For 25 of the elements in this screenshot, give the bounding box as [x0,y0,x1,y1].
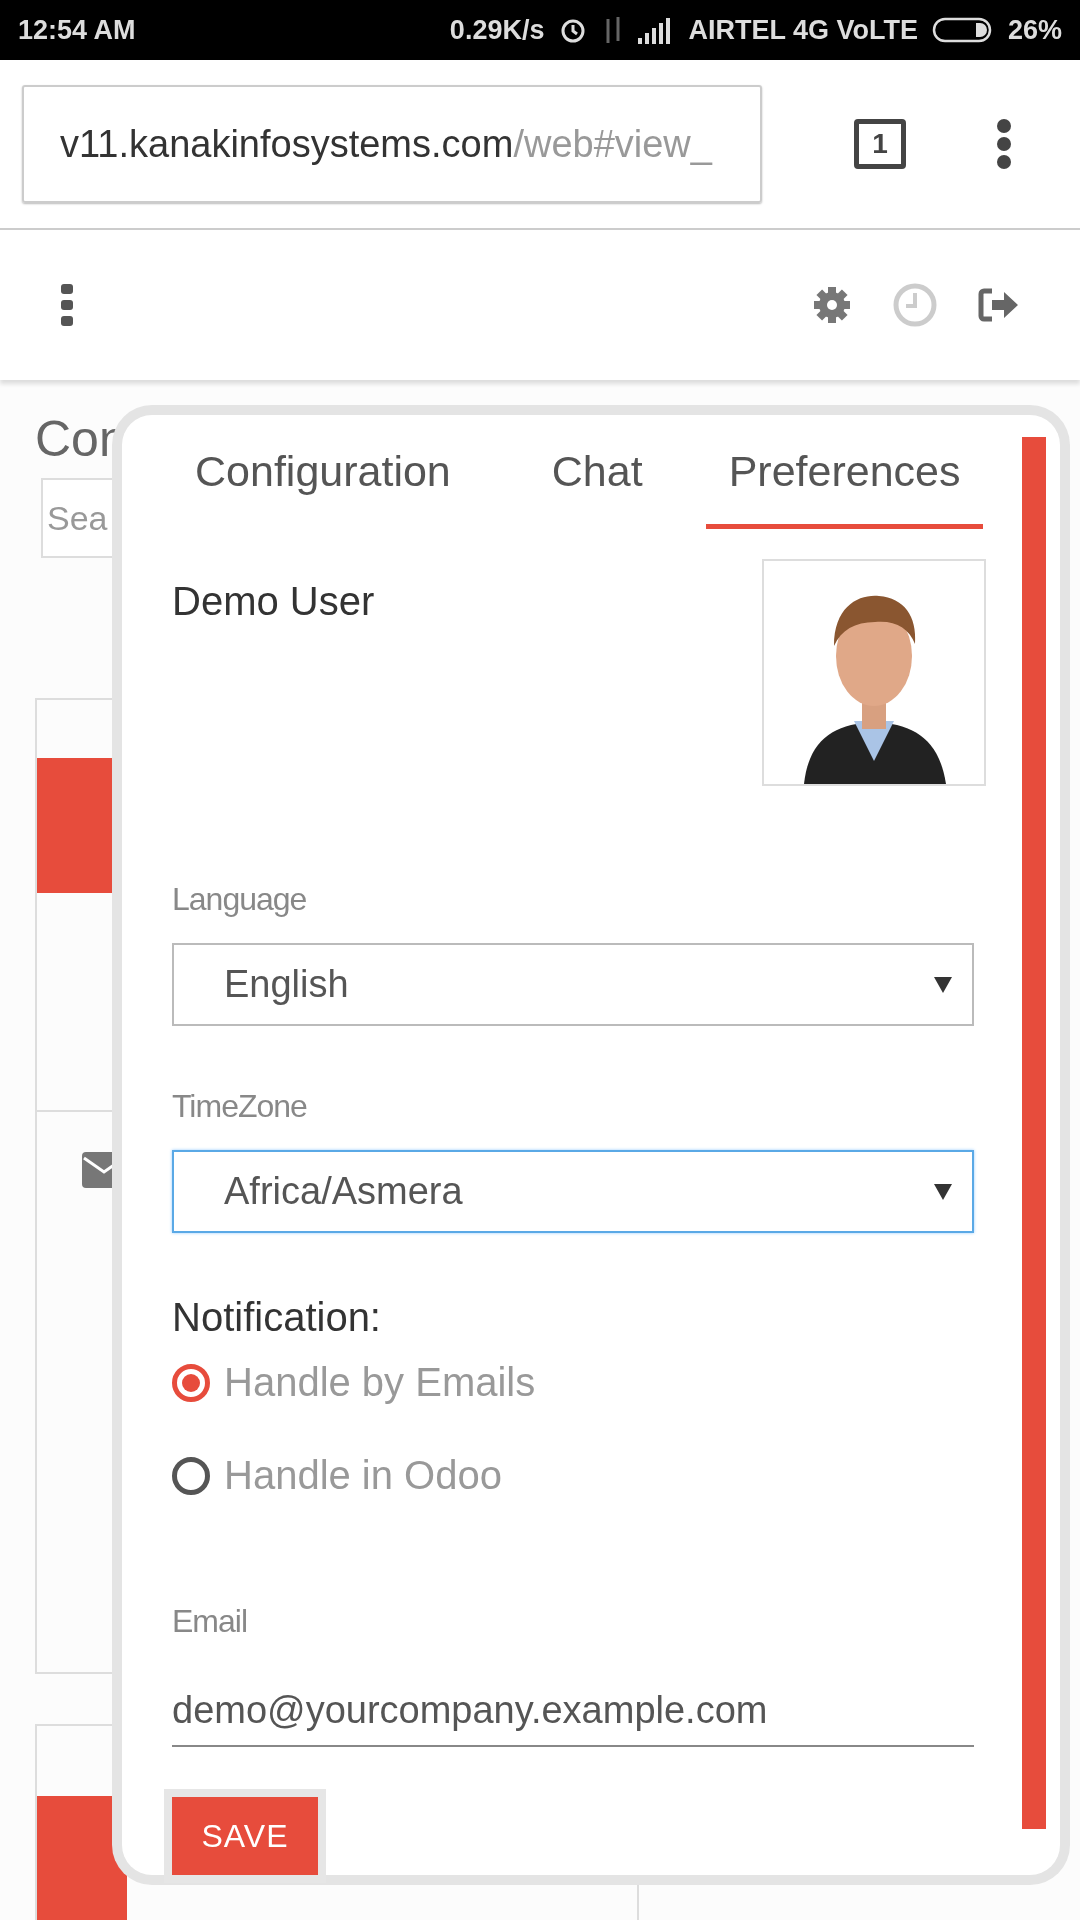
address-bar[interactable]: v11.kanakinfosystems.com/web#view_ [22,85,762,203]
tab[interactable]: Preferences [705,425,984,529]
tab-count-button[interactable]: 1 [854,119,906,169]
section-label: Notification: [172,1295,382,1341]
clock-time: 12:54 AM [18,14,136,46]
dropdown[interactable]: Africa/Asmera [172,1150,974,1234]
menu-icon[interactable] [996,118,1012,170]
field-label: Language [172,881,308,918]
caret-icon [934,1183,952,1200]
radio-button[interactable] [172,1456,210,1495]
field-label: TimeZone [172,1088,308,1126]
user-name: Demo User [172,579,375,624]
network-speed: 0.29K/s [449,14,545,46]
settings-icon[interactable] [812,285,852,325]
sign-out-icon[interactable] [978,288,1020,322]
menu-icon[interactable] [60,283,74,327]
battery-icon [931,16,994,44]
email-field[interactable]: demo@yourcompany.example.com [172,1675,974,1748]
field-label: Email [172,1603,248,1641]
dropdown[interactable]: English [172,943,974,1027]
battery-percent: 26% [1007,14,1062,46]
carrier-label: AIRTEL 4G VoLTE [688,14,918,46]
tab[interactable]: Chat [528,425,666,529]
radio-button[interactable] [172,1363,210,1402]
caret-icon [934,976,952,993]
